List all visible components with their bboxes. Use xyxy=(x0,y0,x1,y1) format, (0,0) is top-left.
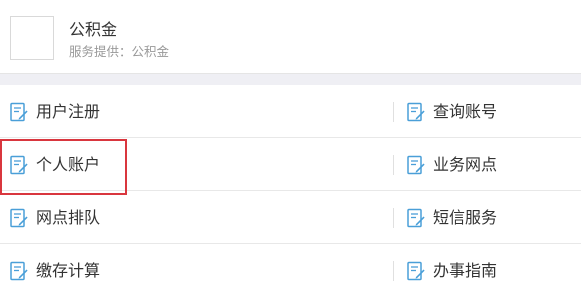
menu-grid: 用户注册 查询账号 个人账户 业务网点 网点排队 短信服务 缴存计算 办事指南 xyxy=(0,85,581,292)
column-divider xyxy=(393,102,394,122)
menu-item-query-account[interactable]: 查询账号 xyxy=(407,85,577,138)
column-divider xyxy=(393,261,394,281)
document-edit-icon xyxy=(407,155,425,174)
menu-item-outlet-queue[interactable]: 网点排队 xyxy=(10,191,310,244)
menu-item-label: 网点排队 xyxy=(36,207,101,227)
document-edit-icon xyxy=(407,102,425,121)
document-edit-icon xyxy=(10,208,28,227)
menu-item-business-outlets[interactable]: 业务网点 xyxy=(407,138,577,191)
menu-item-label: 用户注册 xyxy=(36,101,101,121)
menu-item-label: 缴存计算 xyxy=(36,260,101,280)
menu-row: 个人账户 业务网点 xyxy=(0,138,581,191)
document-edit-icon xyxy=(10,102,28,121)
column-divider xyxy=(393,155,394,175)
service-name: 公积金 xyxy=(69,20,118,39)
document-edit-icon xyxy=(10,155,28,174)
menu-item-user-register[interactable]: 用户注册 xyxy=(10,85,310,138)
menu-item-deposit-calculator[interactable]: 缴存计算 xyxy=(10,244,310,292)
menu-item-label: 查询账号 xyxy=(433,101,498,121)
document-edit-icon xyxy=(407,261,425,280)
menu-item-personal-account[interactable]: 个人账户 xyxy=(10,138,310,191)
service-header: 公积金 服务提供：公积金 xyxy=(0,0,581,73)
column-divider xyxy=(393,208,394,228)
section-gap xyxy=(0,73,581,85)
document-edit-icon xyxy=(407,208,425,227)
menu-row: 用户注册 查询账号 xyxy=(0,85,581,138)
menu-item-label: 业务网点 xyxy=(433,154,498,174)
document-edit-icon xyxy=(10,261,28,280)
service-provider: 服务提供：公积金 xyxy=(69,44,170,59)
menu-item-service-guide[interactable]: 办事指南 xyxy=(407,244,577,292)
menu-row: 缴存计算 办事指南 xyxy=(0,244,581,292)
menu-item-label: 短信服务 xyxy=(433,207,498,227)
service-logo xyxy=(10,16,54,60)
menu-item-sms-service[interactable]: 短信服务 xyxy=(407,191,577,244)
menu-item-label: 个人账户 xyxy=(36,154,101,174)
menu-item-label: 办事指南 xyxy=(433,260,498,280)
menu-row: 网点排队 短信服务 xyxy=(0,191,581,244)
